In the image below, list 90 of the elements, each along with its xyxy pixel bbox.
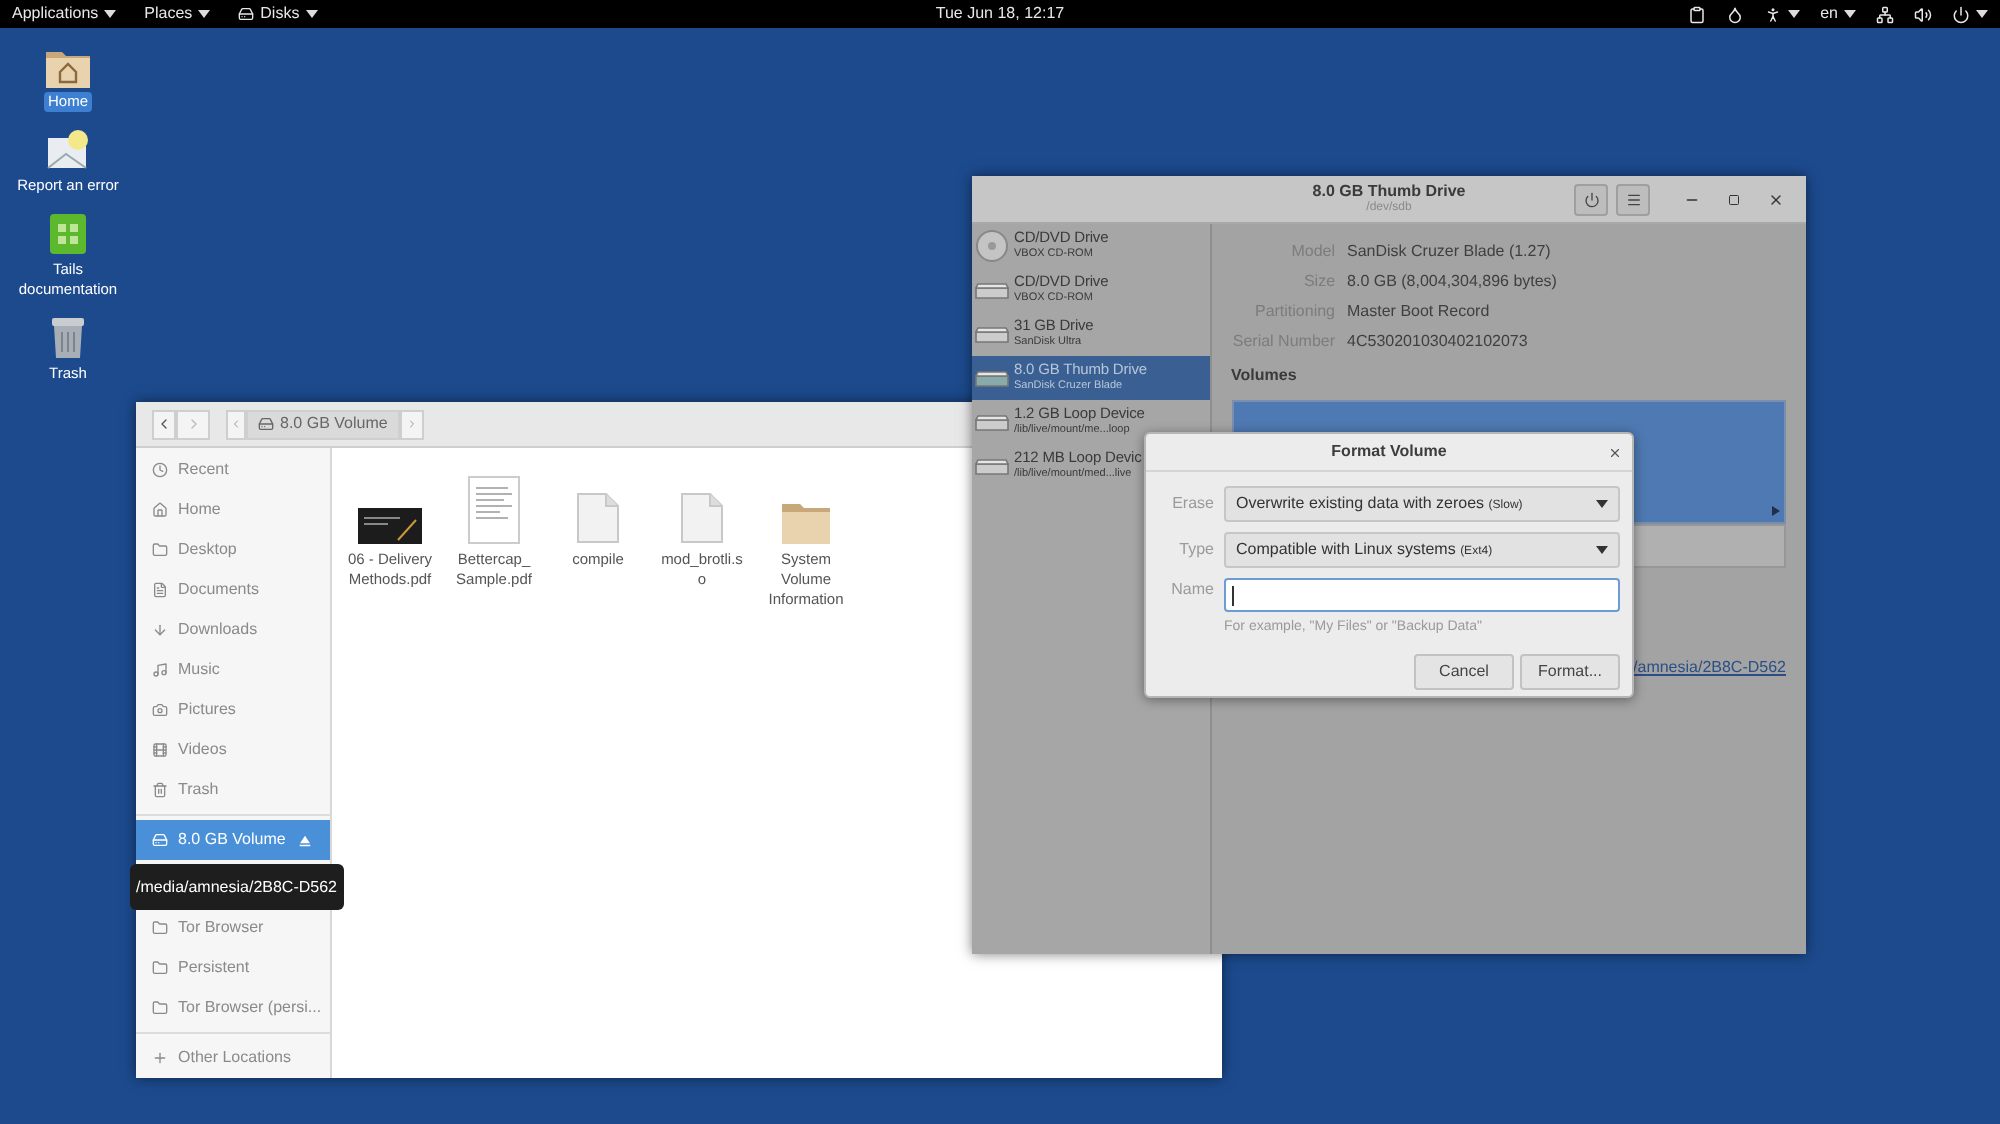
maximize-icon[interactable] [1728,194,1740,206]
text-file-icon [680,492,724,544]
download-icon [152,622,168,638]
music-icon [152,662,168,678]
sidebar-item[interactable]: Persistent [136,948,330,988]
envelope-icon [46,128,90,172]
detail-value: 8.0 GB (8,004,304,896 bytes) [1347,269,1557,293]
caret-icon [1596,546,1608,554]
detail-value: 4C530201030402102073 [1347,329,1528,353]
folder-icon [152,960,168,976]
sidebar-item[interactable]: Home [136,490,330,530]
sidebar-item[interactable]: Tor Browser (persi... [136,988,330,1028]
caret-icon [1844,10,1856,18]
sidebar-item[interactable]: Recent [136,450,330,490]
trash-icon [50,316,86,360]
document-thumbnail-icon [468,476,520,544]
clipboard-icon[interactable] [1688,5,1707,23]
drive-icon [974,413,1010,431]
dark-document-thumbnail-icon [358,508,422,544]
book-icon [48,212,88,256]
caret-icon [104,10,117,18]
dialog-title: Format Volume [1331,440,1447,464]
detail-value: SanDisk Cruzer Blade (1.27) [1347,239,1551,263]
caret-icon [1976,10,1988,18]
left-icon [230,418,242,430]
power-icon [1583,192,1599,208]
text-file-icon [576,492,620,544]
volume-icon[interactable] [1914,5,1932,23]
close-icon[interactable] [1608,446,1622,460]
home-folder-icon [46,48,90,88]
power-icon[interactable] [1952,5,1970,23]
folder-icon [152,542,168,558]
mount-link[interactable]: /amnesia/2B8C-D562 [1633,656,1786,680]
top-bar-menu[interactable]: Disks [238,2,318,26]
path-button[interactable]: 8.0 GB Volume [246,409,400,439]
close-icon[interactable] [1768,192,1784,208]
network-icon[interactable] [1876,5,1894,23]
play-icon [1772,506,1780,516]
caret-icon [305,10,318,18]
home-icon [152,502,168,518]
film-icon [152,742,168,758]
power-button[interactable] [1574,184,1608,216]
clock-icon [152,462,168,478]
sidebar-item[interactable]: Downloads [136,610,330,650]
window-title: 8.0 GB Thumb Drive [1312,181,1466,199]
sidebar-item[interactable]: Music [136,650,330,690]
drive-icon [152,832,168,848]
drive-icon [974,369,1010,387]
menu-button[interactable] [1616,184,1650,216]
top-bar-menu[interactable]: Places [144,2,211,26]
sidebar-item[interactable]: 8.0 GB Volume [136,820,330,860]
language-menu[interactable]: en [1820,2,1856,26]
menu-icon [1625,192,1641,208]
sidebar-item[interactable]: Pictures [136,690,330,730]
folder-icon [782,500,830,544]
sidebar-item[interactable]: Trash [136,770,330,810]
accessibility-icon[interactable] [1764,5,1783,23]
dialog-button[interactable]: Cancel [1414,653,1514,689]
right-icon [405,418,418,430]
field-label: Type [1177,538,1214,562]
drop-icon[interactable] [1726,5,1745,23]
trash-icon [152,782,168,798]
drive-icon [974,457,1010,475]
field-label: Erase [1170,492,1214,516]
plus-icon [152,1050,168,1066]
folder-icon [152,1000,168,1016]
sidebar-item[interactable]: Videos [136,730,330,770]
drive-icon [974,325,1010,343]
drive-icon [258,416,274,432]
clock[interactable]: Tue Jun 18, 12:17 [772,2,1228,26]
camera-icon [152,702,168,718]
section-heading: Volumes [1231,364,1299,388]
field-label: Name [1169,578,1214,602]
caret-icon [1788,10,1801,18]
sidebar-item[interactable]: Other Locations [136,1038,330,1078]
name-field[interactable] [1224,578,1620,612]
detail-value: Master Boot Record [1347,299,1490,323]
tooltip: /media/amnesia/2B8C-D562 [130,864,343,910]
top-bar-menu[interactable]: Applications [12,2,117,26]
drive-icon [974,281,1010,299]
caret-icon [1596,500,1608,508]
folder-icon [152,920,168,936]
caret-icon [198,10,211,18]
document-icon [152,582,168,598]
dialog-button[interactable]: Format... [1520,653,1620,689]
sidebar-item[interactable]: Tor Browser [136,908,330,948]
sidebar-item[interactable]: Documents [136,570,330,610]
eject-icon[interactable] [296,831,314,849]
back-icon [156,416,172,432]
sidebar-item[interactable]: Desktop [136,530,330,570]
